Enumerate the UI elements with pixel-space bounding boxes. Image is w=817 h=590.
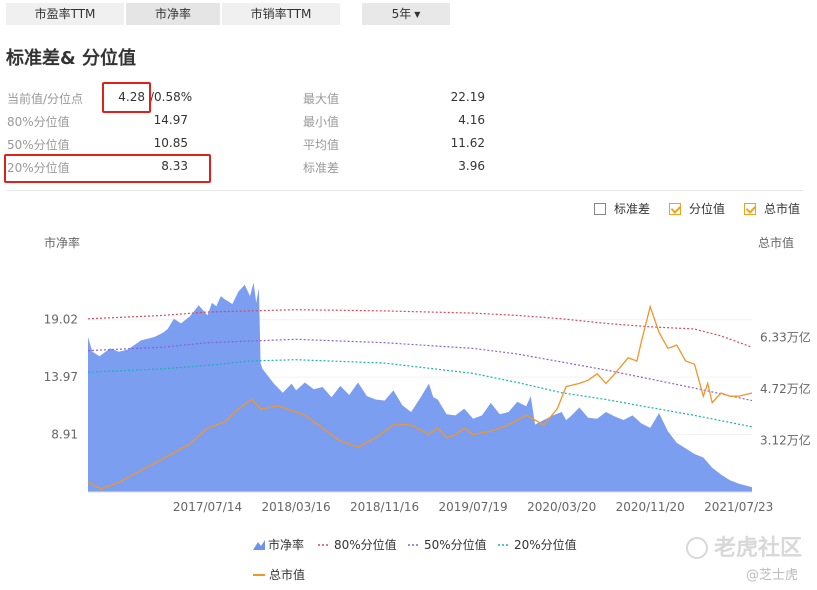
watermark-author: @芝士虎 xyxy=(746,568,799,583)
section-title: 标准差& 分位值 xyxy=(6,48,136,69)
legend-p20[interactable]: 20%分位值 xyxy=(498,536,577,553)
max-value: 22.19 xyxy=(450,90,485,104)
legend-pb[interactable]: 市净率 xyxy=(253,536,304,553)
tab-pe-ttm[interactable]: 市盈率TTM xyxy=(6,3,124,25)
p80-line xyxy=(87,309,753,348)
x-tick-label: 2017/07/14 xyxy=(173,500,242,514)
right-tick-label: 3.12万亿 xyxy=(760,432,811,447)
legend-mcap-label: 总市值 xyxy=(269,568,306,582)
current-value-highlight xyxy=(102,82,151,113)
checkbox-icon xyxy=(594,202,606,215)
toggle-mcap-label: 总市值 xyxy=(764,202,801,216)
ratio-tabs: 市盈率TTM 市净率 市销率TTM xyxy=(6,3,342,25)
period-select[interactable]: 5年 ▼ xyxy=(362,3,450,25)
avg-label: 平均值 xyxy=(303,138,340,152)
x-tick-label: 2018/03/16 xyxy=(261,500,330,514)
p50-line xyxy=(87,338,753,402)
legend-pb-label: 市净率 xyxy=(268,538,305,552)
tab-ps-ttm[interactable]: 市销率TTM xyxy=(222,3,340,25)
p80-value: 14.97 xyxy=(153,113,188,127)
toggle-mcap[interactable]: 总市值 xyxy=(744,200,800,217)
dotted-line-icon xyxy=(498,543,510,546)
left-tick-label: 13.97 xyxy=(44,370,78,384)
watermark-brand-text: 老虎社区 xyxy=(714,536,803,561)
divider xyxy=(6,190,803,191)
chevron-down-icon: ▼ xyxy=(414,10,421,19)
toggle-percentile[interactable]: 分位值 xyxy=(669,200,725,217)
min-label: 最小值 xyxy=(303,115,340,129)
mcap-line xyxy=(87,304,753,490)
current-label: 当前值/分位点 xyxy=(7,92,84,106)
p50-value: 10.85 xyxy=(153,136,188,150)
watermark-brand: 老虎社区 xyxy=(686,530,802,562)
std-label: 标准差 xyxy=(303,161,340,175)
watermark-logo-icon xyxy=(686,537,708,559)
p20-line xyxy=(87,359,753,428)
dotted-line-icon xyxy=(408,543,420,546)
right-tick-label: 6.33万亿 xyxy=(760,330,811,345)
x-tick-label: 2018/11/16 xyxy=(350,500,419,514)
x-tick-label: 2021/07/23 xyxy=(704,500,773,514)
avg-value: 11.62 xyxy=(450,136,485,150)
p50-label: 50%分位值 xyxy=(7,138,70,152)
toggle-std[interactable]: 标准差 xyxy=(594,200,650,217)
legend-mcap[interactable]: 总市值 xyxy=(253,566,305,583)
left-tick-label: 8.91 xyxy=(51,428,78,442)
legend-p80[interactable]: 80%分位值 xyxy=(318,536,397,553)
toggle-percentile-label: 分位值 xyxy=(689,202,726,216)
period-label: 5年 xyxy=(391,7,412,21)
x-tick-label: 2019/07/19 xyxy=(439,500,508,514)
current-percentile: /0.58% xyxy=(150,90,193,104)
max-label: 最大值 xyxy=(303,92,340,106)
legend-p80-label: 80%分位值 xyxy=(334,538,397,552)
std-value: 3.96 xyxy=(458,159,485,173)
pb-area xyxy=(88,282,752,492)
toggle-std-label: 标准差 xyxy=(614,202,651,216)
right-tick-label: 4.72万亿 xyxy=(760,381,811,396)
legend-p50-label: 50%分位值 xyxy=(424,538,487,552)
legend-p50[interactable]: 50%分位值 xyxy=(408,536,487,553)
left-axis-title: 市净率 xyxy=(44,235,80,250)
x-tick-label: 2020/11/20 xyxy=(616,500,685,514)
right-axis-title: 总市值 xyxy=(758,235,794,250)
legend-p20-label: 20%分位值 xyxy=(514,538,577,552)
p80-label: 80%分位值 xyxy=(7,115,70,129)
area-legend-icon xyxy=(253,539,265,550)
dotted-line-icon xyxy=(318,543,330,546)
checkbox-checked-icon xyxy=(669,202,681,215)
p20-highlight xyxy=(4,154,211,183)
min-value: 4.16 xyxy=(458,113,485,127)
tab-pb[interactable]: 市净率 xyxy=(126,3,220,25)
left-tick-label: 19.02 xyxy=(44,313,78,327)
x-tick-label: 2020/03/20 xyxy=(527,500,596,514)
line-icon xyxy=(253,573,265,576)
checkbox-checked-icon xyxy=(744,202,756,215)
